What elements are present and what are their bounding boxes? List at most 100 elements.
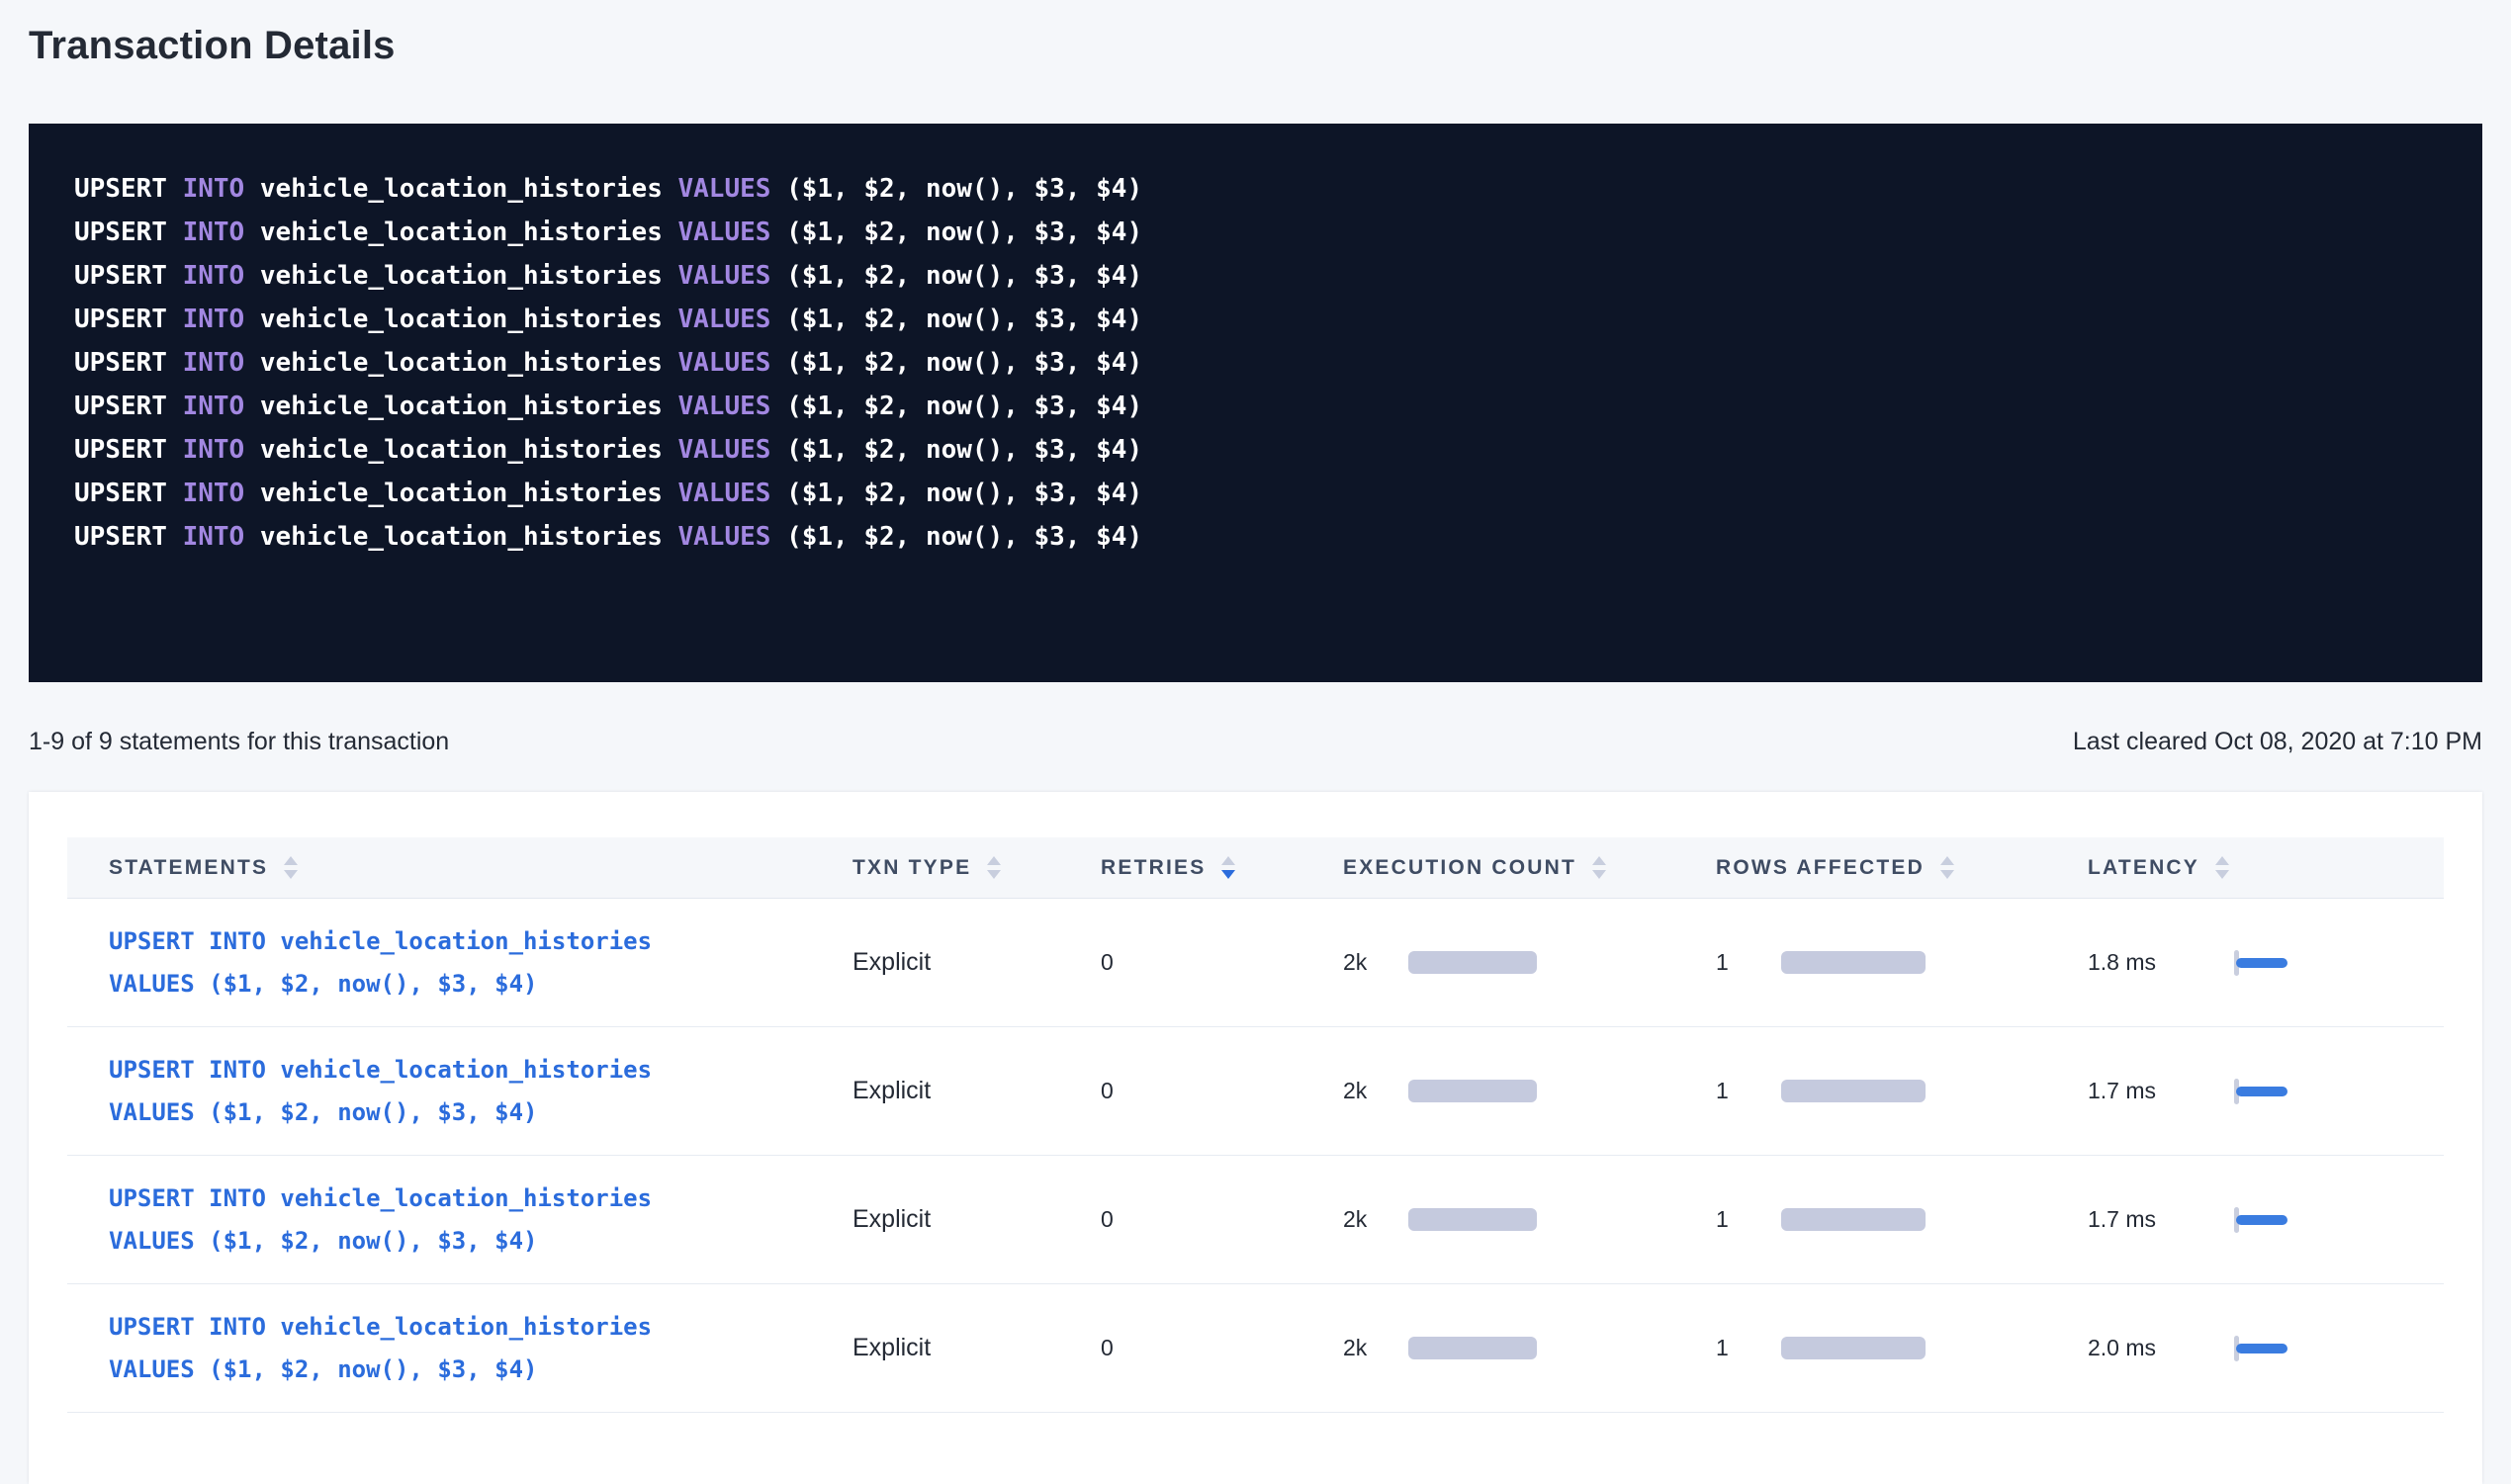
rows-affected-value: 1 xyxy=(1716,1078,1781,1104)
column-header-label: Latency xyxy=(2088,856,2199,880)
execution-count-value: 2k xyxy=(1343,1078,1408,1104)
execution-count-cell: 2k xyxy=(1343,949,1716,976)
statement-link[interactable]: UPSERT INTO vehicle_location_histories V… xyxy=(109,1306,652,1391)
retries-cell: 0 xyxy=(1101,1078,1343,1104)
sql-statement-line: UPSERT INTO vehicle_location_histories V… xyxy=(74,167,2437,211)
sort-asc-icon[interactable] xyxy=(1940,856,1954,865)
execution-count-value: 2k xyxy=(1343,1206,1408,1233)
txn-type-cell: Explicit xyxy=(852,1205,1101,1234)
rows-affected-cell: 1 xyxy=(1716,1335,2088,1361)
txn-type-value: Explicit xyxy=(852,948,931,977)
rows-affected-value: 1 xyxy=(1716,1206,1781,1233)
rows-affected-value: 1 xyxy=(1716,949,1781,976)
statement-line2: VALUES ($1, $2, now(), $3, $4) xyxy=(109,1220,652,1263)
last-cleared-text: Last cleared Oct 08, 2020 at 7:10 PM xyxy=(2073,728,2482,756)
table-row: UPSERT INTO vehicle_location_histories V… xyxy=(67,1027,2444,1156)
execution-count-bar xyxy=(1408,1080,1537,1102)
latency-bar-chart xyxy=(2234,948,2325,978)
sql-statement-line: UPSERT INTO vehicle_location_histories V… xyxy=(74,341,2437,385)
statement-line1: UPSERT INTO vehicle_location_histories xyxy=(109,1049,652,1091)
statements-table-card: Statements Txn Type Retries Execution Co… xyxy=(29,792,2482,1484)
sort-desc-icon[interactable] xyxy=(1221,870,1235,879)
rows-affected-bar xyxy=(1781,951,1926,974)
latency-value: 1.8 ms xyxy=(2088,949,2208,976)
sort-carets-icon[interactable] xyxy=(987,856,1001,879)
txn-type-value: Explicit xyxy=(852,1334,931,1362)
column-header[interactable]: Statements xyxy=(109,856,852,880)
rows-affected-cell: 1 xyxy=(1716,949,2088,976)
sort-desc-icon[interactable] xyxy=(2215,870,2229,879)
column-header[interactable]: Latency xyxy=(2088,856,2444,880)
transaction-sql-box: UPSERT INTO vehicle_location_histories V… xyxy=(29,124,2482,682)
sort-carets-icon[interactable] xyxy=(2215,856,2229,879)
latency-blue-bar xyxy=(2236,1215,2287,1225)
sort-desc-icon[interactable] xyxy=(987,870,1001,879)
sql-statement-line: UPSERT INTO vehicle_location_histories V… xyxy=(74,211,2437,254)
latency-bar-chart xyxy=(2234,1205,2325,1235)
latency-value: 2.0 ms xyxy=(2088,1335,2208,1361)
sort-asc-icon[interactable] xyxy=(2215,856,2229,865)
sort-carets-icon[interactable] xyxy=(1592,856,1606,879)
execution-count-bar xyxy=(1408,951,1537,974)
sort-asc-icon[interactable] xyxy=(1592,856,1606,865)
statement-line1: UPSERT INTO vehicle_location_histories xyxy=(109,1178,652,1220)
summary-row: 1-9 of 9 statements for this transaction… xyxy=(29,728,2482,756)
latency-bar-chart xyxy=(2234,1334,2325,1363)
latency-blue-bar xyxy=(2236,1087,2287,1096)
column-header-label: Txn Type xyxy=(852,856,971,880)
table-row: UPSERT INTO vehicle_location_histories V… xyxy=(67,899,2444,1027)
column-header-label: Retries xyxy=(1101,856,1206,880)
execution-count-cell: 2k xyxy=(1343,1335,1716,1361)
page-title: Transaction Details xyxy=(29,24,2482,68)
latency-bar-chart xyxy=(2234,1077,2325,1106)
sort-carets-icon[interactable] xyxy=(1221,856,1235,879)
sql-statement-line: UPSERT INTO vehicle_location_histories V… xyxy=(74,472,2437,515)
statement-line2: VALUES ($1, $2, now(), $3, $4) xyxy=(109,963,652,1005)
execution-count-cell: 2k xyxy=(1343,1078,1716,1104)
sql-statement-line: UPSERT INTO vehicle_location_histories V… xyxy=(74,254,2437,298)
latency-value: 1.7 ms xyxy=(2088,1078,2208,1104)
statements-table-header: Statements Txn Type Retries Execution Co… xyxy=(67,837,2444,899)
statement-cell: UPSERT INTO vehicle_location_histories V… xyxy=(109,1049,852,1134)
statement-link[interactable]: UPSERT INTO vehicle_location_histories V… xyxy=(109,1178,652,1263)
statement-line1: UPSERT INTO vehicle_location_histories xyxy=(109,920,652,963)
column-header[interactable]: Rows Affected xyxy=(1716,856,2088,880)
sql-statement-line: UPSERT INTO vehicle_location_histories V… xyxy=(74,385,2437,428)
sort-asc-icon[interactable] xyxy=(1221,856,1235,865)
sort-carets-icon[interactable] xyxy=(1940,856,1954,879)
statements-table-body: UPSERT INTO vehicle_location_histories V… xyxy=(67,899,2444,1413)
retries-value: 0 xyxy=(1101,949,1114,976)
statements-count-text: 1-9 of 9 statements for this transaction xyxy=(29,728,449,756)
txn-type-cell: Explicit xyxy=(852,1077,1101,1105)
column-header[interactable]: Retries xyxy=(1101,856,1343,880)
latency-blue-bar xyxy=(2236,958,2287,968)
txn-type-value: Explicit xyxy=(852,1205,931,1234)
statement-line1: UPSERT INTO vehicle_location_histories xyxy=(109,1306,652,1349)
sort-desc-icon[interactable] xyxy=(1940,870,1954,879)
retries-value: 0 xyxy=(1101,1335,1114,1361)
latency-blue-bar xyxy=(2236,1344,2287,1353)
sort-desc-icon[interactable] xyxy=(284,870,298,879)
column-header[interactable]: Txn Type xyxy=(852,856,1101,880)
latency-cell: 2.0 ms xyxy=(2088,1334,2444,1363)
sort-carets-icon[interactable] xyxy=(284,856,298,879)
transaction-details-page: Transaction Details UPSERT INTO vehicle_… xyxy=(0,24,2511,1484)
table-row: UPSERT INTO vehicle_location_histories V… xyxy=(67,1156,2444,1284)
statement-link[interactable]: UPSERT INTO vehicle_location_histories V… xyxy=(109,920,652,1005)
rows-affected-cell: 1 xyxy=(1716,1206,2088,1233)
sort-desc-icon[interactable] xyxy=(1592,870,1606,879)
sort-asc-icon[interactable] xyxy=(284,856,298,865)
rows-affected-bar xyxy=(1781,1337,1926,1359)
retries-cell: 0 xyxy=(1101,1335,1343,1361)
statement-line2: VALUES ($1, $2, now(), $3, $4) xyxy=(109,1091,652,1134)
execution-count-bar xyxy=(1408,1337,1537,1359)
column-header-label: Statements xyxy=(109,856,268,880)
column-header[interactable]: Execution Count xyxy=(1343,856,1716,880)
latency-cell: 1.7 ms xyxy=(2088,1077,2444,1106)
sort-asc-icon[interactable] xyxy=(987,856,1001,865)
execution-count-value: 2k xyxy=(1343,1335,1408,1361)
statement-cell: UPSERT INTO vehicle_location_histories V… xyxy=(109,920,852,1005)
txn-type-cell: Explicit xyxy=(852,1334,1101,1362)
statement-link[interactable]: UPSERT INTO vehicle_location_histories V… xyxy=(109,1049,652,1134)
rows-affected-value: 1 xyxy=(1716,1335,1781,1361)
